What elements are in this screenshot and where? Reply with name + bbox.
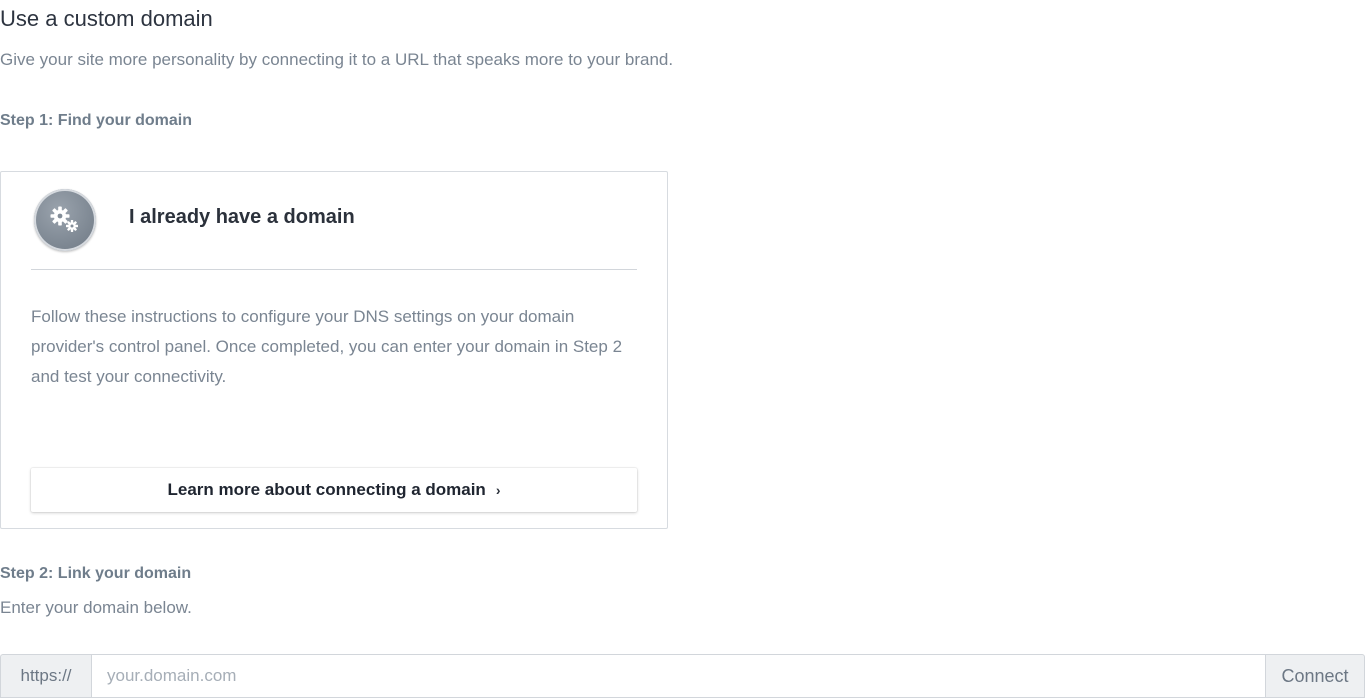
connect-button[interactable]: Connect <box>1266 654 1365 698</box>
domain-input-group: https:// Connect <box>0 654 1365 698</box>
card-title: I already have a domain <box>129 206 355 228</box>
page-title: Use a custom domain <box>0 6 213 31</box>
protocol-prefix: https:// <box>0 654 91 698</box>
page-subtitle: Give your site more personality by conne… <box>0 50 674 69</box>
step2-description: Enter your domain below. <box>0 598 192 617</box>
domain-input[interactable] <box>91 654 1266 698</box>
chevron-right-icon: › <box>495 482 501 498</box>
step1-heading: Step 1: Find your domain <box>0 112 193 129</box>
step2-heading: Step 2: Link your domain <box>0 565 192 582</box>
existing-domain-card: I already have a domain Follow these ins… <box>0 171 668 529</box>
custom-domain-page: Use a custom domain Give your site more … <box>0 0 1365 698</box>
card-header: I already have a domain <box>31 172 637 270</box>
card-instructions: Follow these instructions to configure y… <box>31 307 623 386</box>
learn-more-label: Learn more about connecting a domain <box>167 480 486 499</box>
gears-icon <box>34 189 96 251</box>
learn-more-button[interactable]: Learn more about connecting a domain › <box>31 468 637 512</box>
